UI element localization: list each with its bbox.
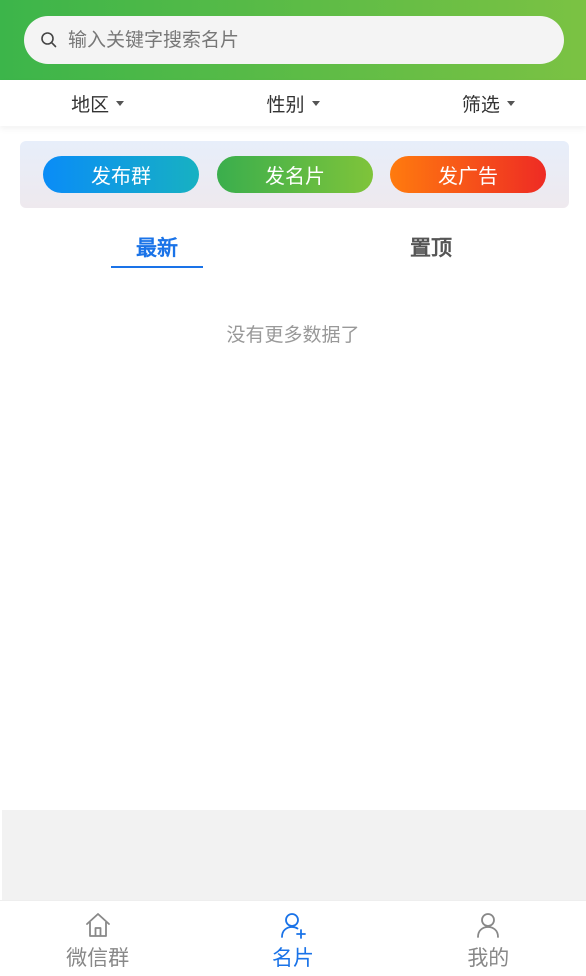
publish-ad-button[interactable]: 发广告 xyxy=(390,156,546,193)
filter-more-label: 筛选 xyxy=(461,93,500,116)
empty-list-message: 没有更多数据了 xyxy=(226,324,360,346)
tab-latest[interactable]: 最新 xyxy=(111,232,203,262)
filter-region[interactable]: 地区 xyxy=(0,80,195,126)
user-icon xyxy=(473,910,503,940)
tab-active-indicator xyxy=(111,266,203,268)
action-panel: 发布群 发名片 发广告 xyxy=(20,141,569,208)
caret-down-icon xyxy=(116,100,125,106)
search-input[interactable] xyxy=(68,20,538,60)
header-bar xyxy=(0,0,586,80)
tab-pinned[interactable]: 置顶 xyxy=(385,232,477,262)
search-icon xyxy=(40,31,58,49)
filter-region-label: 地区 xyxy=(71,93,110,116)
tabbar-item-cards[interactable]: 名片 xyxy=(195,901,390,976)
filter-gender-label: 性别 xyxy=(266,93,305,116)
caret-down-icon xyxy=(506,100,515,106)
filter-more[interactable]: 筛选 xyxy=(391,80,586,126)
tabbar-item-mine[interactable]: 我的 xyxy=(391,901,586,976)
bottom-spacer xyxy=(2,810,586,900)
tabbar-label-cards: 名片 xyxy=(271,946,314,970)
content-tabs: 最新 置顶 xyxy=(0,222,586,272)
tabbar-item-groups[interactable]: 微信群 xyxy=(0,901,195,976)
publish-group-button[interactable]: 发布群 xyxy=(43,156,199,193)
home-icon xyxy=(83,910,113,940)
filter-gender[interactable]: 性别 xyxy=(195,80,390,126)
tabbar-label-mine: 我的 xyxy=(467,946,510,970)
user-add-icon xyxy=(278,910,308,940)
search-box[interactable] xyxy=(24,16,564,64)
publish-card-button[interactable]: 发名片 xyxy=(217,156,373,193)
tabbar-label-groups: 微信群 xyxy=(66,946,130,970)
caret-down-icon xyxy=(311,100,320,106)
bottom-tabbar: 微信群 名片 我的 xyxy=(0,900,586,976)
filter-bar: 地区 性别 筛选 xyxy=(0,80,586,126)
